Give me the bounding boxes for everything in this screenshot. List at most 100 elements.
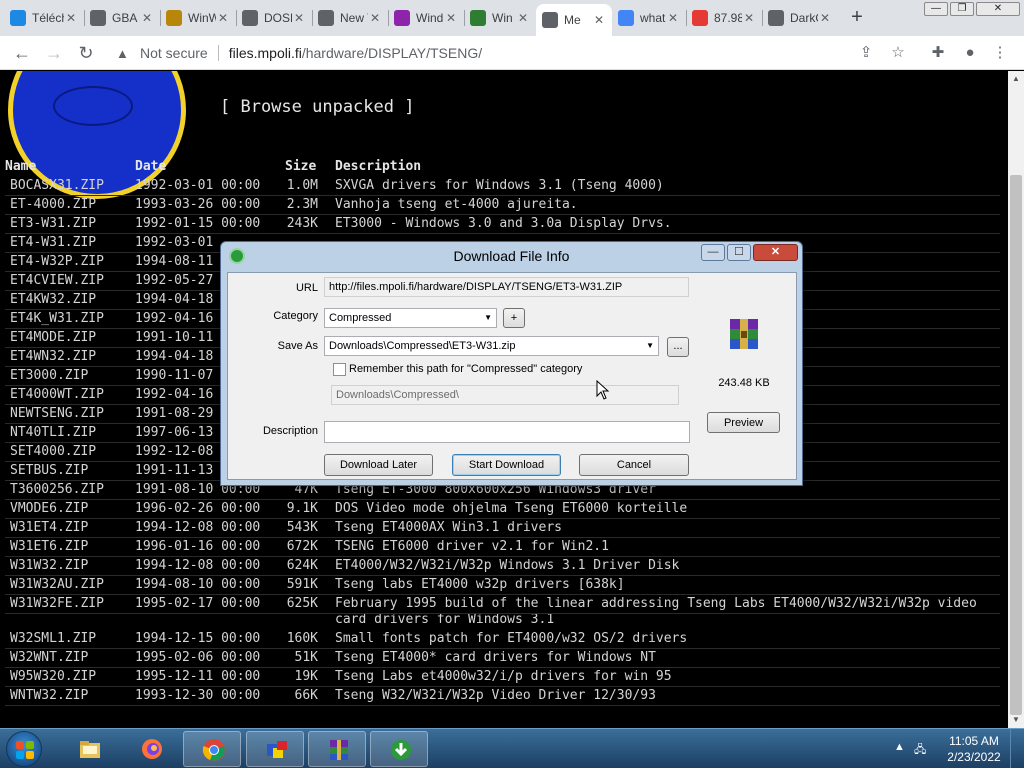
- close-tab-icon[interactable]: ✕: [666, 11, 680, 25]
- network-icon[interactable]: 🖧: [914, 741, 926, 760]
- browser-tab[interactable]: New T✕: [312, 4, 388, 32]
- header-size[interactable]: Size: [285, 159, 316, 174]
- new-tab-button[interactable]: +: [845, 6, 869, 30]
- security-label[interactable]: Not secure: [140, 45, 208, 61]
- show-desktop-button[interactable]: [1010, 729, 1024, 768]
- browser-tab[interactable]: Me ✕: [536, 4, 612, 36]
- forward-icon[interactable]: →: [42, 41, 66, 65]
- close-window-button[interactable]: ✕: [976, 2, 1020, 16]
- close-tab-icon[interactable]: ✕: [516, 11, 530, 25]
- cancel-button[interactable]: Cancel: [579, 454, 689, 476]
- file-link[interactable]: BOCASX31.ZIP: [10, 178, 104, 193]
- url-path[interactable]: /hardware/DISPLAY/TSENG/: [302, 45, 482, 61]
- file-link[interactable]: ET4K_W31.ZIP: [10, 311, 104, 326]
- start-download-button[interactable]: Start Download: [452, 454, 561, 476]
- browser-tab[interactable]: GBA C✕: [84, 4, 160, 32]
- file-link[interactable]: W32SML1.ZIP: [10, 631, 96, 646]
- browser-tab[interactable]: DarkO✕: [762, 4, 838, 32]
- file-link[interactable]: W31ET4.ZIP: [10, 520, 88, 535]
- browser-tab[interactable]: Wind ✕: [388, 4, 464, 32]
- file-link[interactable]: W31W32AU.ZIP: [10, 577, 104, 592]
- scroll-thumb[interactable]: [1010, 175, 1022, 715]
- file-link[interactable]: W31W32FE.ZIP: [10, 596, 104, 611]
- browser-tab[interactable]: DOSB✕: [236, 4, 312, 32]
- address-bar[interactable]: ▲ Not secure files.mpoli.fi/hardware/DIS…: [110, 39, 920, 67]
- file-link[interactable]: ET3000.ZIP: [10, 368, 88, 383]
- browse-path-button[interactable]: ...: [667, 337, 689, 357]
- system-clock[interactable]: 11:05 AM 2/23/2022: [944, 733, 1004, 765]
- taskbar-app[interactable]: [246, 731, 304, 767]
- dialog-minimize-button[interactable]: —: [701, 244, 725, 261]
- description-input[interactable]: [324, 421, 690, 443]
- minimize-button[interactable]: —: [924, 2, 948, 16]
- taskbar-chrome[interactable]: [183, 731, 241, 767]
- browser-tab[interactable]: Téléch✕: [4, 4, 84, 32]
- file-link[interactable]: W31W32.ZIP: [10, 558, 88, 573]
- page-scrollbar[interactable]: ▲ ▼: [1008, 71, 1024, 728]
- extensions-icon[interactable]: ✚: [928, 43, 948, 63]
- close-tab-icon[interactable]: ✕: [742, 11, 756, 25]
- remember-path-checkbox[interactable]: [333, 363, 346, 376]
- taskbar-winrar[interactable]: [308, 731, 366, 767]
- close-tab-icon[interactable]: ✕: [216, 11, 230, 25]
- header-description[interactable]: Description: [335, 159, 1000, 175]
- add-category-button[interactable]: +: [503, 308, 525, 328]
- taskbar-firefox[interactable]: [122, 731, 180, 767]
- browser-tab[interactable]: WinW ✕: [160, 4, 236, 32]
- category-select[interactable]: Compressed ▼: [324, 308, 497, 328]
- back-icon[interactable]: ←: [10, 41, 34, 65]
- file-link[interactable]: ET-4000.ZIP: [10, 197, 96, 212]
- file-link[interactable]: ET4WN32.ZIP: [10, 349, 96, 364]
- start-button[interactable]: [6, 731, 42, 767]
- browser-tab[interactable]: what ✕: [612, 4, 686, 32]
- remember-path-label[interactable]: Remember this path for "Compressed" cate…: [349, 363, 582, 375]
- dialog-close-button[interactable]: ✕: [753, 244, 798, 261]
- file-link[interactable]: W32WNT.ZIP: [10, 650, 88, 665]
- profile-avatar[interactable]: ●: [960, 43, 980, 63]
- close-tab-icon[interactable]: ✕: [444, 11, 458, 25]
- browser-tab[interactable]: Win 3.✕: [464, 4, 536, 32]
- chevron-down-icon[interactable]: ▼: [484, 309, 492, 327]
- close-tab-icon[interactable]: ✕: [368, 11, 382, 25]
- file-link[interactable]: W31ET6.ZIP: [10, 539, 88, 554]
- preview-button[interactable]: Preview: [707, 412, 780, 433]
- chevron-down-icon[interactable]: ▼: [646, 337, 654, 355]
- scroll-down-icon[interactable]: ▼: [1008, 712, 1024, 728]
- file-link[interactable]: ET4CVIEW.ZIP: [10, 273, 104, 288]
- reload-icon[interactable]: ↻: [74, 41, 98, 65]
- taskbar-idm[interactable]: [370, 731, 428, 767]
- file-link[interactable]: SETBUS.ZIP: [10, 463, 88, 478]
- menu-kebab-icon[interactable]: ⋮: [990, 43, 1010, 63]
- file-link[interactable]: W95W320.ZIP: [10, 669, 96, 684]
- header-date[interactable]: Date: [135, 159, 166, 174]
- browser-tab[interactable]: 87.98.✕: [686, 4, 762, 32]
- download-later-button[interactable]: Download Later: [324, 454, 433, 476]
- file-link[interactable]: ET4MODE.ZIP: [10, 330, 96, 345]
- share-icon[interactable]: ⇪: [856, 43, 876, 63]
- file-link[interactable]: ET4-W31.ZIP: [10, 235, 96, 250]
- file-link[interactable]: WNTW32.ZIP: [10, 688, 88, 703]
- restore-button[interactable]: ❐: [950, 2, 974, 16]
- file-link[interactable]: ET4-W32P.ZIP: [10, 254, 104, 269]
- file-link[interactable]: NEWTSENG.ZIP: [10, 406, 104, 421]
- scroll-up-icon[interactable]: ▲: [1008, 71, 1024, 87]
- file-link[interactable]: SET4000.ZIP: [10, 444, 96, 459]
- url-host[interactable]: files.mpoli.fi: [229, 45, 302, 61]
- header-name[interactable]: Name: [5, 159, 36, 174]
- close-tab-icon[interactable]: ✕: [140, 11, 154, 25]
- bookmark-star-icon[interactable]: ☆: [888, 43, 908, 63]
- browse-unpacked-link[interactable]: [ Browse unpacked ]: [220, 97, 414, 117]
- save-as-field[interactable]: Downloads\Compressed\ET3-W31.zip ▼: [324, 336, 659, 356]
- file-link[interactable]: ET4KW32.ZIP: [10, 292, 96, 307]
- taskbar-explorer[interactable]: [60, 731, 118, 767]
- file-link[interactable]: VMODE6.ZIP: [10, 501, 88, 516]
- close-tab-icon[interactable]: ✕: [64, 11, 78, 25]
- file-link[interactable]: T3600256.ZIP: [10, 482, 104, 497]
- warning-icon[interactable]: ▲: [116, 46, 134, 61]
- close-tab-icon[interactable]: ✕: [818, 11, 832, 25]
- close-tab-icon[interactable]: ✕: [292, 11, 306, 25]
- close-tab-icon[interactable]: ✕: [592, 13, 606, 27]
- url-field[interactable]: http://files.mpoli.fi/hardware/DISPLAY/T…: [324, 277, 689, 297]
- tray-expand-icon[interactable]: ▲: [894, 741, 905, 753]
- dialog-maximize-button[interactable]: ☐: [727, 244, 751, 261]
